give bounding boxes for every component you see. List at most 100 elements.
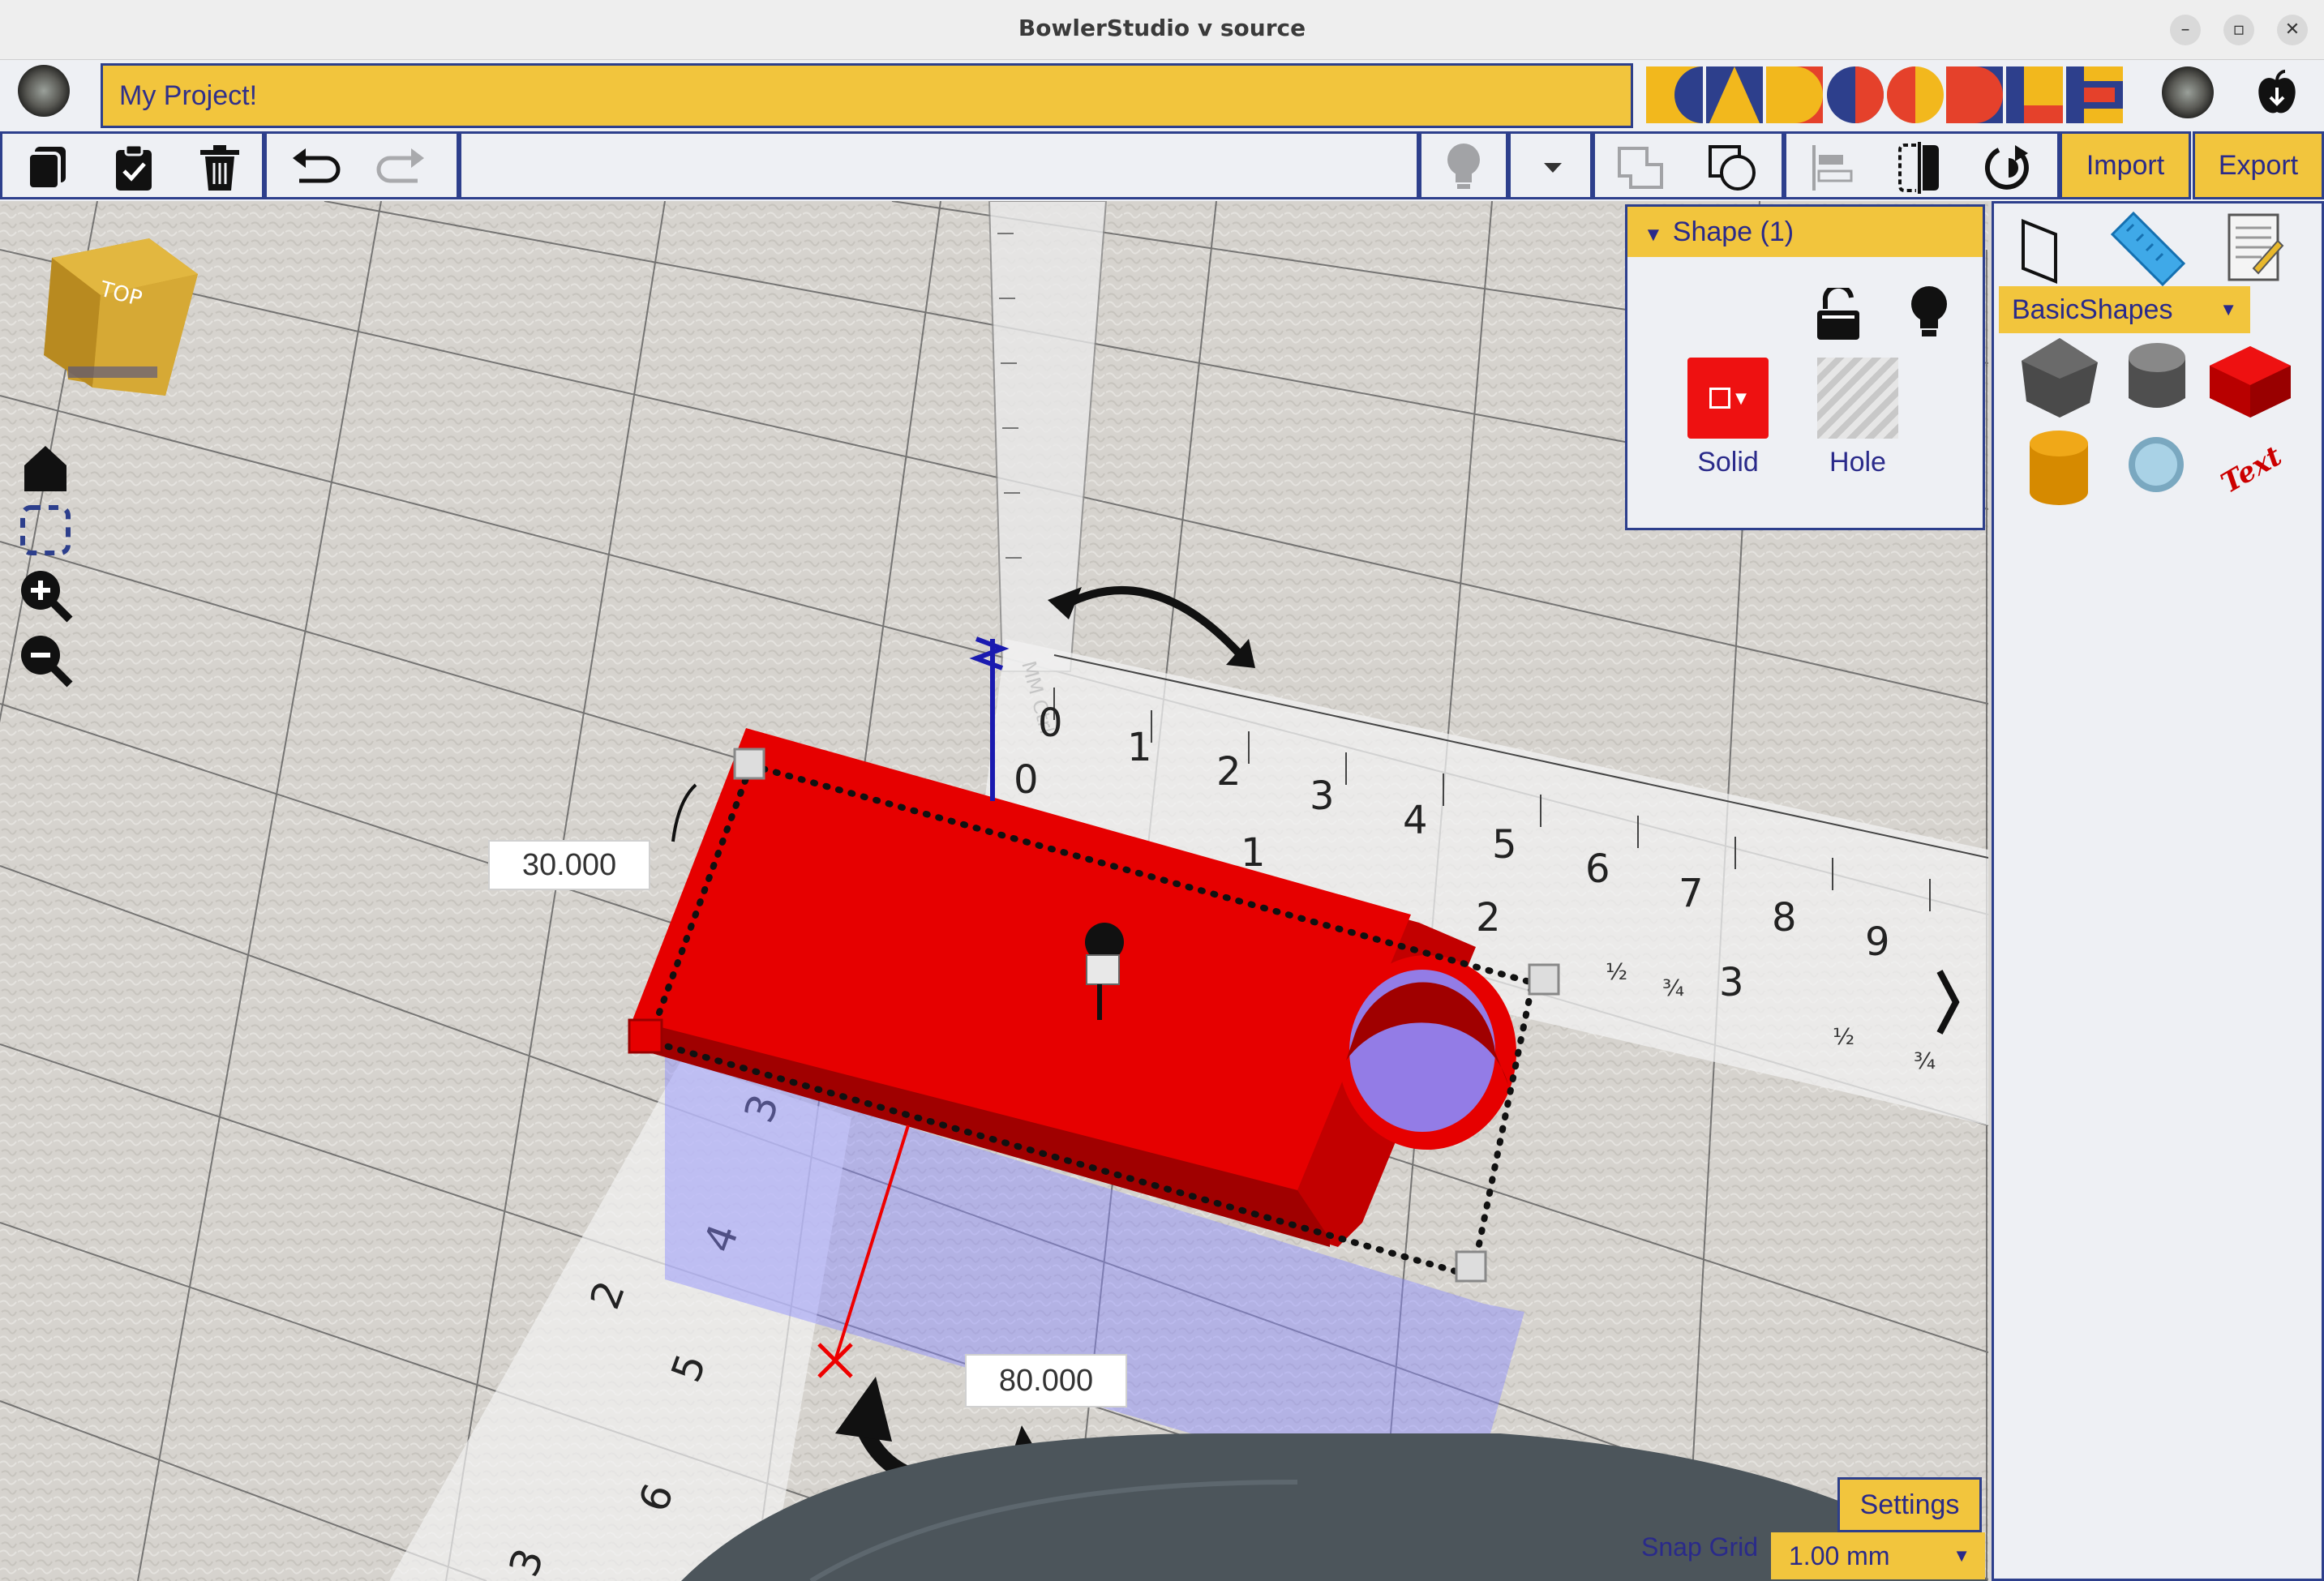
svg-text:Text: Text xyxy=(2215,439,2288,499)
close-button[interactable]: ✕ xyxy=(2277,15,2308,45)
align-group xyxy=(1784,131,2060,199)
cadoodle-logo-icon xyxy=(1643,62,2129,128)
mirror-icon xyxy=(1898,142,1939,194)
svg-text:¾: ¾ xyxy=(1662,975,1684,1001)
zoom-out-icon[interactable] xyxy=(16,631,75,689)
zoom-in-icon[interactable] xyxy=(16,566,75,624)
mirror-button[interactable] xyxy=(1892,140,1947,195)
width-dimension-field[interactable]: 30.000 xyxy=(488,840,650,890)
shape-panel-title: Shape (1) xyxy=(1672,216,1794,247)
ungroup-shapes-icon xyxy=(1709,145,1756,191)
project-name-field[interactable]: My Project! xyxy=(101,63,1633,128)
home-view-icon[interactable] xyxy=(16,439,75,498)
shape-panel-header[interactable]: ▼ Shape (1) xyxy=(1627,207,1983,257)
svg-text:0: 0 xyxy=(1014,757,1039,803)
undo-icon xyxy=(293,148,341,183)
solid-color-button[interactable]: ▼ xyxy=(1687,358,1769,439)
snap-grid-dropdown[interactable]: 1.00 mm ▼ xyxy=(1771,1532,1985,1579)
ungroup-button[interactable] xyxy=(1705,140,1760,195)
copy-button[interactable] xyxy=(20,140,75,195)
chevron-down-icon: ▼ xyxy=(1953,1545,1970,1566)
redo-button[interactable] xyxy=(374,140,429,195)
shape-round-cube-icon[interactable] xyxy=(2112,333,2202,422)
maximize-button[interactable]: ▫ xyxy=(2223,15,2254,45)
svg-text:3: 3 xyxy=(1719,960,1744,1005)
shape-library-panel: BasicShapes ▼ Text xyxy=(1992,201,2324,1581)
svg-text:2: 2 xyxy=(1476,895,1501,940)
group-shapes-icon xyxy=(1618,147,1663,189)
resize-handle[interactable] xyxy=(1528,963,1560,996)
robot-icon[interactable] xyxy=(2162,66,2214,118)
delete-button[interactable] xyxy=(192,140,247,195)
visibility-group xyxy=(1419,131,1508,199)
shape-sphere-icon[interactable] xyxy=(2116,422,2197,512)
svg-text:6: 6 xyxy=(1585,846,1610,892)
svg-text:4: 4 xyxy=(1403,798,1428,843)
workplane-icon[interactable] xyxy=(2015,213,2072,286)
export-button[interactable]: Export xyxy=(2193,131,2324,199)
svg-text:2: 2 xyxy=(1216,749,1241,795)
title-bar: BowlerStudio v source – ▫ ✕ xyxy=(0,0,2324,60)
shape-polyhedron-icon[interactable] xyxy=(2015,333,2104,422)
show-hide-button[interactable] xyxy=(1436,140,1491,195)
shape-category-dropdown[interactable]: BasicShapes ▼ xyxy=(1999,286,2250,333)
visibility-bulb-icon[interactable] xyxy=(1908,285,1950,341)
color-swatch-icon xyxy=(1709,388,1731,409)
fit-selection-icon[interactable] xyxy=(16,501,75,559)
snap-grid-value: 1.00 mm xyxy=(1789,1541,1890,1570)
hole-button[interactable] xyxy=(1817,358,1898,439)
redo-icon xyxy=(376,148,424,183)
settings-button[interactable]: Settings xyxy=(1837,1477,1982,1532)
svg-text:9: 9 xyxy=(1865,919,1890,965)
ruler-icon[interactable] xyxy=(2107,208,2189,289)
group-ops-group xyxy=(1593,131,1784,199)
lightbulb-icon xyxy=(1447,144,1480,189)
svg-text:3: 3 xyxy=(1310,773,1335,819)
notes-icon[interactable] xyxy=(2221,212,2286,285)
rotate-shape-icon xyxy=(1984,145,2029,190)
align-button[interactable] xyxy=(1804,140,1859,195)
svg-text:½: ½ xyxy=(1606,958,1627,985)
view-cube[interactable]: TOP xyxy=(36,225,206,396)
svg-text:7: 7 xyxy=(1679,871,1704,916)
svg-text:5: 5 xyxy=(1492,822,1517,868)
clipboard-check-icon xyxy=(116,144,152,191)
edit-group xyxy=(0,131,264,199)
apple-device-icon[interactable] xyxy=(2251,66,2303,118)
trash-icon xyxy=(200,145,239,191)
color-dropdown-group xyxy=(1508,131,1593,199)
collapse-triangle-icon: ▼ xyxy=(1644,224,1663,246)
toolbar-spacer xyxy=(459,131,1419,199)
align-left-icon xyxy=(1812,145,1853,191)
shape-box-icon[interactable] xyxy=(2202,333,2299,422)
svg-text:0: 0 xyxy=(1038,701,1063,746)
paste-button[interactable] xyxy=(106,140,161,195)
history-group xyxy=(264,131,459,199)
shape-category-value: BasicShapes xyxy=(2012,294,2173,325)
import-button[interactable]: Import xyxy=(2060,131,2191,199)
hole-label: Hole xyxy=(1829,447,1886,478)
resize-handle[interactable] xyxy=(628,1018,663,1054)
resize-handle[interactable] xyxy=(733,748,765,780)
svg-text:8: 8 xyxy=(1772,895,1797,940)
color-dropdown-button[interactable] xyxy=(1525,140,1580,195)
svg-text:1: 1 xyxy=(1127,725,1152,770)
svg-text:¾: ¾ xyxy=(1914,1048,1936,1074)
solid-label: Solid xyxy=(1697,447,1759,478)
group-button[interactable] xyxy=(1613,140,1668,195)
length-dimension-field[interactable]: 80.000 xyxy=(965,1354,1127,1407)
svg-text:½: ½ xyxy=(1833,1023,1854,1050)
app-logo-icon[interactable] xyxy=(18,65,70,117)
copy-icon xyxy=(27,147,66,191)
resize-handle[interactable] xyxy=(1455,1250,1487,1283)
rotate-button[interactable] xyxy=(1981,140,2036,195)
shape-properties-panel: ▼ Shape (1) ▼ Solid Hole xyxy=(1625,204,1985,530)
unlock-icon[interactable] xyxy=(1814,288,1863,341)
shape-cylinder-icon[interactable] xyxy=(2018,422,2099,512)
chevron-down-icon: ▼ xyxy=(2219,299,2237,319)
shape-text-icon[interactable]: Text xyxy=(2206,427,2288,508)
undo-button[interactable] xyxy=(288,140,343,195)
chevron-down-icon: ▼ xyxy=(1735,389,1747,407)
minimize-button[interactable]: – xyxy=(2170,15,2201,45)
chevron-down-icon xyxy=(1544,163,1562,173)
